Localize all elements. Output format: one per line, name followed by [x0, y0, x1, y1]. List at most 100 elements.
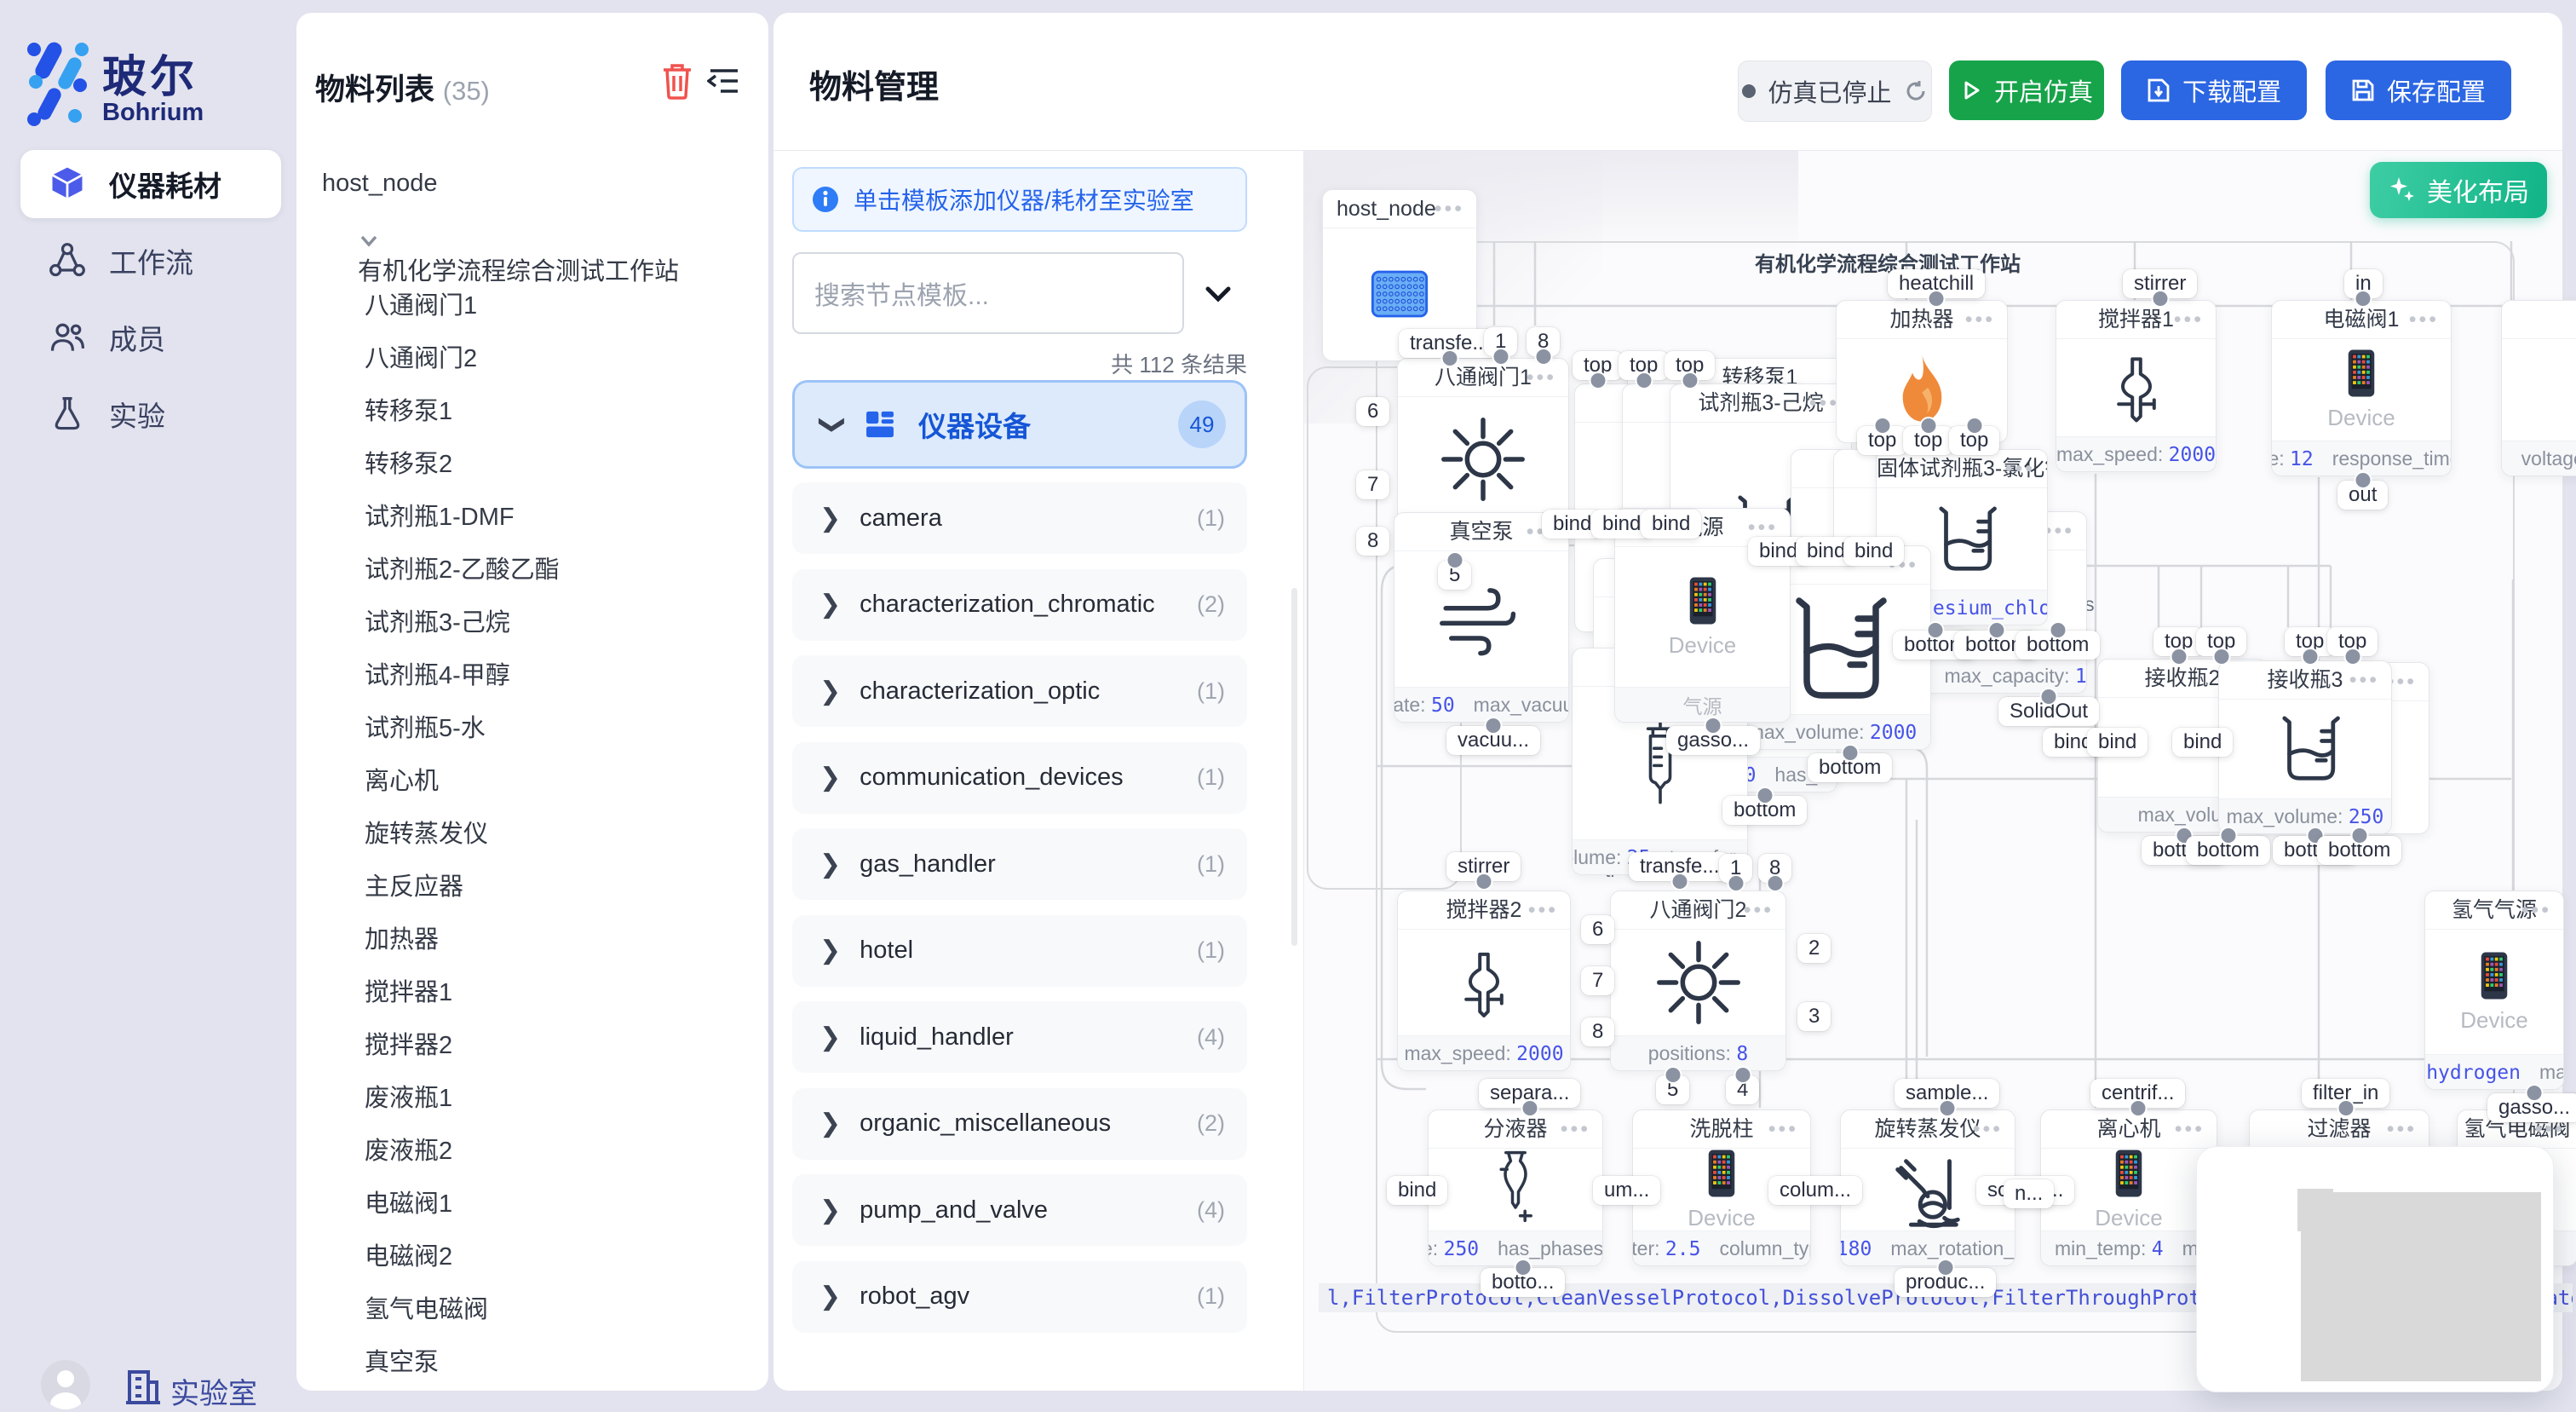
- category-item-camera[interactable]: ❯camera(1): [792, 482, 1247, 554]
- material-row[interactable]: 试剂瓶2-乙酸乙酯: [365, 550, 560, 585]
- port-chip-bottom[interactable]: bottom: [2317, 836, 2401, 865]
- port-chip-sample[interactable]: sample...: [1895, 1079, 1999, 1108]
- node-menu-icon[interactable]: •••: [2409, 301, 2439, 338]
- port-chip-2[interactable]: 2: [1797, 934, 1831, 963]
- port-chip-1[interactable]: 1: [1484, 327, 1517, 356]
- port-chip-stirrer[interactable]: stirrer: [1446, 852, 1521, 881]
- port-chip-top[interactable]: top: [2327, 627, 2378, 656]
- material-label[interactable]: 废液瓶1: [365, 1085, 452, 1112]
- material-label[interactable]: 真空泵: [365, 1349, 439, 1376]
- panel-scrollbar[interactable]: [1291, 588, 1297, 946]
- material-row[interactable]: 旋转蒸发仪: [365, 814, 488, 850]
- node-receiver-bottle-3[interactable]: 接收瓶3•••max_volume: 250: [2218, 660, 2392, 834]
- search-input[interactable]: 搜索节点模板...: [792, 252, 1184, 334]
- port-chip-8[interactable]: 8: [1581, 1017, 1614, 1046]
- material-row[interactable]: 搅拌器2: [365, 1025, 452, 1061]
- material-row[interactable]: 八通阀门2: [365, 338, 477, 374]
- node-menu-icon[interactable]: •••: [2044, 512, 2074, 550]
- node-solenoid-valve-2[interactable]: •••voltage: 12: [2501, 300, 2576, 476]
- material-row[interactable]: 转移泵1: [365, 391, 452, 427]
- port-chip-6[interactable]: 6: [1581, 915, 1614, 944]
- material-row[interactable]: 真空泵: [365, 1342, 439, 1378]
- material-row[interactable]: host_node: [322, 170, 437, 198]
- port-chip-top[interactable]: top: [2196, 627, 2246, 656]
- port-chip-8[interactable]: 8: [1527, 327, 1560, 356]
- node-menu-icon[interactable]: •••: [1768, 1110, 1798, 1148]
- port-chip-4[interactable]: 4: [1726, 1075, 1759, 1104]
- material-row[interactable]: 试剂瓶3-己烷: [365, 602, 510, 638]
- port-chip-in[interactable]: in: [2344, 269, 2383, 298]
- sidebar-item-2[interactable]: 工作流: [20, 227, 281, 295]
- node-menu-icon[interactable]: •••: [2349, 661, 2379, 699]
- category-group-instruments[interactable]: ❯ 仪器设备 49: [792, 380, 1247, 469]
- node-filter[interactable]: 过滤器•••: [2249, 1109, 2429, 1266]
- material-label[interactable]: 氢气电磁阀: [365, 1296, 488, 1323]
- beautify-layout-button[interactable]: 美化布局: [2370, 162, 2547, 218]
- port-chip-separa[interactable]: separa...: [1479, 1079, 1580, 1108]
- material-label[interactable]: 电磁阀2: [365, 1243, 452, 1271]
- port-chip-bind[interactable]: bind: [2172, 728, 2233, 757]
- port-chip-colum[interactable]: colum...: [1768, 1176, 1862, 1205]
- material-row[interactable]: 废液瓶2: [365, 1131, 452, 1167]
- port-chip-7[interactable]: 7: [1581, 966, 1614, 995]
- port-chip-top[interactable]: top: [1665, 351, 1715, 380]
- sidebar-item-3[interactable]: 成员: [20, 303, 281, 372]
- port-chip-filter_in[interactable]: filter_in: [2302, 1079, 2389, 1108]
- port-chip-7[interactable]: 7: [1356, 470, 1389, 499]
- port-chip-out[interactable]: out: [2337, 481, 2388, 510]
- material-label[interactable]: 主反应器: [365, 873, 463, 901]
- save-config-button[interactable]: 保存配置: [2326, 61, 2511, 120]
- category-item-communication_devices[interactable]: ❯communication_devices(1): [792, 742, 1247, 814]
- port-chip-gasso[interactable]: gasso...: [2487, 1093, 2576, 1122]
- material-label[interactable]: 搅拌器2: [365, 1032, 452, 1059]
- node-hydrogen-gas-source[interactable]: 氢气气源•••Device_type: hydrogenmax_pre:: [2424, 890, 2564, 1090]
- material-label[interactable]: 转移泵2: [365, 451, 452, 478]
- port-chip-SolidOut[interactable]: SolidOut: [1998, 697, 2099, 726]
- node-menu-icon[interactable]: •••: [1965, 301, 1995, 338]
- refresh-icon[interactable]: [1904, 79, 1928, 103]
- port-chip-botto[interactable]: botto...: [1481, 1268, 1565, 1297]
- node-menu-icon[interactable]: •••: [1809, 384, 1839, 422]
- material-label[interactable]: 八通阀门1: [365, 292, 477, 320]
- category-item-characterization_optic[interactable]: ❯characterization_optic(1): [792, 655, 1247, 727]
- port-chip-top[interactable]: top: [1573, 351, 1623, 380]
- node-menu-icon[interactable]: •••: [2175, 1110, 2205, 1148]
- port-chip-bind[interactable]: bind: [1387, 1176, 1447, 1205]
- port-chip-transfe[interactable]: transfe...: [1629, 852, 1730, 881]
- node-solenoid-valve-1[interactable]: 电磁阀1•••Devicevoltage: 12response_time: 0…: [2271, 300, 2452, 476]
- material-row[interactable]: 八通阀门1: [365, 285, 477, 321]
- port-chip-top[interactable]: top: [1949, 426, 1999, 455]
- node-separator[interactable]: 分液器•••volume: 250has_phases: true: [1428, 1109, 1603, 1266]
- node-vacuum-pump[interactable]: 真空泵•••pump_rate: 50max_vacuum: 0.1: [1394, 512, 1569, 723]
- port-chip-5[interactable]: 5: [1438, 561, 1471, 590]
- material-label[interactable]: 试剂瓶2-乙酸乙酯: [365, 556, 560, 584]
- lab-label[interactable]: 实验室: [170, 1370, 257, 1412]
- chevron-down-icon[interactable]: [358, 229, 380, 251]
- category-item-gas_handler[interactable]: ❯gas_handler(1): [792, 828, 1247, 900]
- node-stirrer-2[interactable]: 搅拌器2•••max_speed: 2000: [1397, 890, 1571, 1071]
- material-row[interactable]: 离心机: [365, 761, 439, 797]
- node-menu-icon[interactable]: •••: [1528, 891, 1558, 929]
- node-hydrogen-solenoid-valve[interactable]: 氢气电磁阀•••Device0.1: [2457, 1109, 2576, 1266]
- category-item-organic_miscellaneous[interactable]: ❯organic_miscellaneous(2): [792, 1088, 1247, 1160]
- port-chip-vacuu[interactable]: vacuu...: [1446, 726, 1540, 755]
- port-chip-gasso[interactable]: gasso...: [1666, 726, 1760, 755]
- material-row[interactable]: 试剂瓶4-甲醇: [365, 655, 510, 691]
- node-stirrer-1[interactable]: 搅拌器1•••max_speed: 2000: [2056, 300, 2217, 472]
- material-label[interactable]: 加热器: [365, 926, 439, 954]
- material-label[interactable]: 试剂瓶4-甲醇: [365, 662, 510, 689]
- material-label[interactable]: 转移泵1: [365, 398, 452, 425]
- port-chip-bottom[interactable]: bottom: [1808, 753, 1892, 782]
- port-chip-stirrer[interactable]: stirrer: [2123, 269, 2197, 298]
- node-menu-icon[interactable]: •••: [2174, 301, 2204, 338]
- node-menu-icon[interactable]: •••: [1744, 891, 1774, 929]
- node-menu-icon[interactable]: •••: [2005, 450, 2035, 487]
- node-eight-valve-2[interactable]: 八通阀门2•••positions: 8: [1610, 890, 1786, 1071]
- sim-status-pill[interactable]: 仿真已停止: [1738, 61, 1932, 122]
- material-label[interactable]: 试剂瓶5-水: [365, 715, 486, 742]
- port-chip-bind[interactable]: bind: [1641, 510, 1701, 539]
- material-label[interactable]: 电磁阀1: [365, 1190, 452, 1218]
- node-menu-icon[interactable]: •••: [1561, 1110, 1590, 1148]
- port-chip-5[interactable]: 5: [1656, 1075, 1689, 1104]
- port-chip-bind[interactable]: bind: [2087, 728, 2148, 757]
